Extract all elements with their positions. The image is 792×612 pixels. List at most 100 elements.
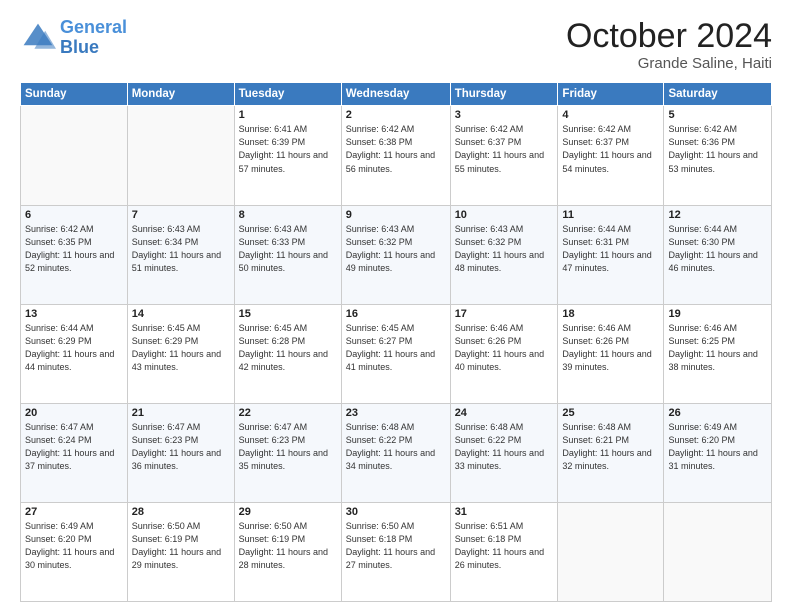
day-number: 16 xyxy=(346,308,446,320)
day-info: Sunrise: 6:44 AMSunset: 6:30 PMDaylight:… xyxy=(668,223,767,275)
day-number: 7 xyxy=(132,209,230,221)
day-info: Sunrise: 6:41 AMSunset: 6:39 PMDaylight:… xyxy=(239,123,337,175)
calendar-week-row: 1 Sunrise: 6:41 AMSunset: 6:39 PMDaylight… xyxy=(21,106,772,205)
day-info: Sunrise: 6:48 AMSunset: 6:21 PMDaylight:… xyxy=(562,421,659,473)
table-row: 31Sunrise: 6:51 AMSunset: 6:18 PMDayligh… xyxy=(450,502,558,601)
table-row: 25 Sunrise: 6:48 AMSunset: 6:21 PMDayligh… xyxy=(558,403,664,502)
day-number: 26 xyxy=(668,407,767,419)
table-row: 17Sunrise: 6:46 AMSunset: 6:26 PMDayligh… xyxy=(450,304,558,403)
day-number: 12 xyxy=(668,209,767,221)
table-row: 6 Sunrise: 6:42 AMSunset: 6:35 PMDaylight… xyxy=(21,205,128,304)
day-number: 19 xyxy=(668,308,767,320)
calendar-table: Sunday Monday Tuesday Wednesday Thursday… xyxy=(20,82,772,602)
day-number: 22 xyxy=(239,407,337,419)
day-number: 5 xyxy=(668,109,767,121)
day-info: Sunrise: 6:43 AMSunset: 6:32 PMDaylight:… xyxy=(455,223,554,275)
calendar-header-row: Sunday Monday Tuesday Wednesday Thursday… xyxy=(21,83,772,106)
table-row: 8 Sunrise: 6:43 AMSunset: 6:33 PMDaylight… xyxy=(234,205,341,304)
table-row: 28Sunrise: 6:50 AMSunset: 6:19 PMDayligh… xyxy=(127,502,234,601)
day-info: Sunrise: 6:42 AMSunset: 6:38 PMDaylight:… xyxy=(346,123,446,175)
day-info: Sunrise: 6:47 AMSunset: 6:24 PMDaylight:… xyxy=(25,421,123,473)
logo: General Blue xyxy=(20,18,127,58)
day-info: Sunrise: 6:48 AMSunset: 6:22 PMDaylight:… xyxy=(455,421,554,473)
col-tuesday: Tuesday xyxy=(234,83,341,106)
table-row: 20 Sunrise: 6:47 AMSunset: 6:24 PMDayligh… xyxy=(21,403,128,502)
table-row: 22Sunrise: 6:47 AMSunset: 6:23 PMDayligh… xyxy=(234,403,341,502)
table-row: 27 Sunrise: 6:49 AMSunset: 6:20 PMDayligh… xyxy=(21,502,128,601)
table-row: 29 Sunrise: 6:50 AMSunset: 6:19 PMDayligh… xyxy=(234,502,341,601)
col-friday: Friday xyxy=(558,83,664,106)
day-number: 28 xyxy=(132,506,230,518)
calendar-week-row: 27 Sunrise: 6:49 AMSunset: 6:20 PMDayligh… xyxy=(21,502,772,601)
day-info: Sunrise: 6:43 AMSunset: 6:33 PMDaylight:… xyxy=(239,223,337,275)
day-number: 13 xyxy=(25,308,123,320)
day-info: Sunrise: 6:50 AMSunset: 6:19 PMDaylight:… xyxy=(239,520,337,572)
day-info: Sunrise: 6:43 AMSunset: 6:34 PMDaylight:… xyxy=(132,223,230,275)
col-saturday: Saturday xyxy=(664,83,772,106)
day-number: 20 xyxy=(25,407,123,419)
day-info: Sunrise: 6:42 AMSunset: 6:37 PMDaylight:… xyxy=(562,123,659,175)
page: General Blue October 2024 Grande Saline,… xyxy=(0,0,792,612)
day-number: 31 xyxy=(455,506,554,518)
day-number: 11 xyxy=(562,209,659,221)
header: General Blue October 2024 Grande Saline,… xyxy=(20,18,772,72)
day-number: 6 xyxy=(25,209,123,221)
day-info: Sunrise: 6:45 AMSunset: 6:29 PMDaylight:… xyxy=(132,322,230,374)
table-row xyxy=(558,502,664,601)
table-row: 24 Sunrise: 6:48 AMSunset: 6:22 PMDayligh… xyxy=(450,403,558,502)
day-number: 8 xyxy=(239,209,337,221)
calendar-week-row: 6 Sunrise: 6:42 AMSunset: 6:35 PMDaylight… xyxy=(21,205,772,304)
day-number: 14 xyxy=(132,308,230,320)
calendar-week-row: 20 Sunrise: 6:47 AMSunset: 6:24 PMDayligh… xyxy=(21,403,772,502)
day-info: Sunrise: 6:46 AMSunset: 6:25 PMDaylight:… xyxy=(668,322,767,374)
day-number: 10 xyxy=(455,209,554,221)
title-block: October 2024 Grande Saline, Haiti xyxy=(566,18,772,72)
day-info: Sunrise: 6:46 AMSunset: 6:26 PMDaylight:… xyxy=(455,322,554,374)
day-info: Sunrise: 6:48 AMSunset: 6:22 PMDaylight:… xyxy=(346,421,446,473)
location-title: Grande Saline, Haiti xyxy=(566,55,772,72)
col-wednesday: Wednesday xyxy=(341,83,450,106)
table-row: 21Sunrise: 6:47 AMSunset: 6:23 PMDayligh… xyxy=(127,403,234,502)
table-row: 30 Sunrise: 6:50 AMSunset: 6:18 PMDayligh… xyxy=(341,502,450,601)
table-row: 14 Sunrise: 6:45 AMSunset: 6:29 PMDayligh… xyxy=(127,304,234,403)
day-info: Sunrise: 6:44 AMSunset: 6:31 PMDaylight:… xyxy=(562,223,659,275)
table-row: 12 Sunrise: 6:44 AMSunset: 6:30 PMDayligh… xyxy=(664,205,772,304)
day-number: 21 xyxy=(132,407,230,419)
table-row: 4 Sunrise: 6:42 AMSunset: 6:37 PMDaylight… xyxy=(558,106,664,205)
day-number: 27 xyxy=(25,506,123,518)
day-number: 30 xyxy=(346,506,446,518)
day-number: 25 xyxy=(562,407,659,419)
table-row xyxy=(127,106,234,205)
day-info: Sunrise: 6:43 AMSunset: 6:32 PMDaylight:… xyxy=(346,223,446,275)
calendar-week-row: 13Sunrise: 6:44 AMSunset: 6:29 PMDayligh… xyxy=(21,304,772,403)
day-info: Sunrise: 6:42 AMSunset: 6:35 PMDaylight:… xyxy=(25,223,123,275)
day-info: Sunrise: 6:42 AMSunset: 6:37 PMDaylight:… xyxy=(455,123,554,175)
day-info: Sunrise: 6:50 AMSunset: 6:18 PMDaylight:… xyxy=(346,520,446,572)
day-number: 18 xyxy=(562,308,659,320)
table-row: 19 Sunrise: 6:46 AMSunset: 6:25 PMDayligh… xyxy=(664,304,772,403)
table-row: 13Sunrise: 6:44 AMSunset: 6:29 PMDayligh… xyxy=(21,304,128,403)
table-row: 23 Sunrise: 6:48 AMSunset: 6:22 PMDayligh… xyxy=(341,403,450,502)
day-number: 23 xyxy=(346,407,446,419)
day-number: 24 xyxy=(455,407,554,419)
logo-icon xyxy=(20,20,56,56)
table-row: 15Sunrise: 6:45 AMSunset: 6:28 PMDayligh… xyxy=(234,304,341,403)
day-number: 4 xyxy=(562,109,659,121)
table-row: 5Sunrise: 6:42 AMSunset: 6:36 PMDaylight… xyxy=(664,106,772,205)
table-row: 1 Sunrise: 6:41 AMSunset: 6:39 PMDaylight… xyxy=(234,106,341,205)
day-number: 9 xyxy=(346,209,446,221)
table-row: 16Sunrise: 6:45 AMSunset: 6:27 PMDayligh… xyxy=(341,304,450,403)
day-number: 2 xyxy=(346,109,446,121)
day-info: Sunrise: 6:46 AMSunset: 6:26 PMDaylight:… xyxy=(562,322,659,374)
table-row xyxy=(21,106,128,205)
table-row: 2 Sunrise: 6:42 AMSunset: 6:38 PMDaylight… xyxy=(341,106,450,205)
day-number: 1 xyxy=(239,109,337,121)
table-row: 26Sunrise: 6:49 AMSunset: 6:20 PMDayligh… xyxy=(664,403,772,502)
table-row xyxy=(664,502,772,601)
table-row: 7 Sunrise: 6:43 AMSunset: 6:34 PMDaylight… xyxy=(127,205,234,304)
table-row: 18 Sunrise: 6:46 AMSunset: 6:26 PMDayligh… xyxy=(558,304,664,403)
day-number: 29 xyxy=(239,506,337,518)
day-info: Sunrise: 6:49 AMSunset: 6:20 PMDaylight:… xyxy=(25,520,123,572)
month-title: October 2024 xyxy=(566,18,772,55)
table-row: 10 Sunrise: 6:43 AMSunset: 6:32 PMDayligh… xyxy=(450,205,558,304)
